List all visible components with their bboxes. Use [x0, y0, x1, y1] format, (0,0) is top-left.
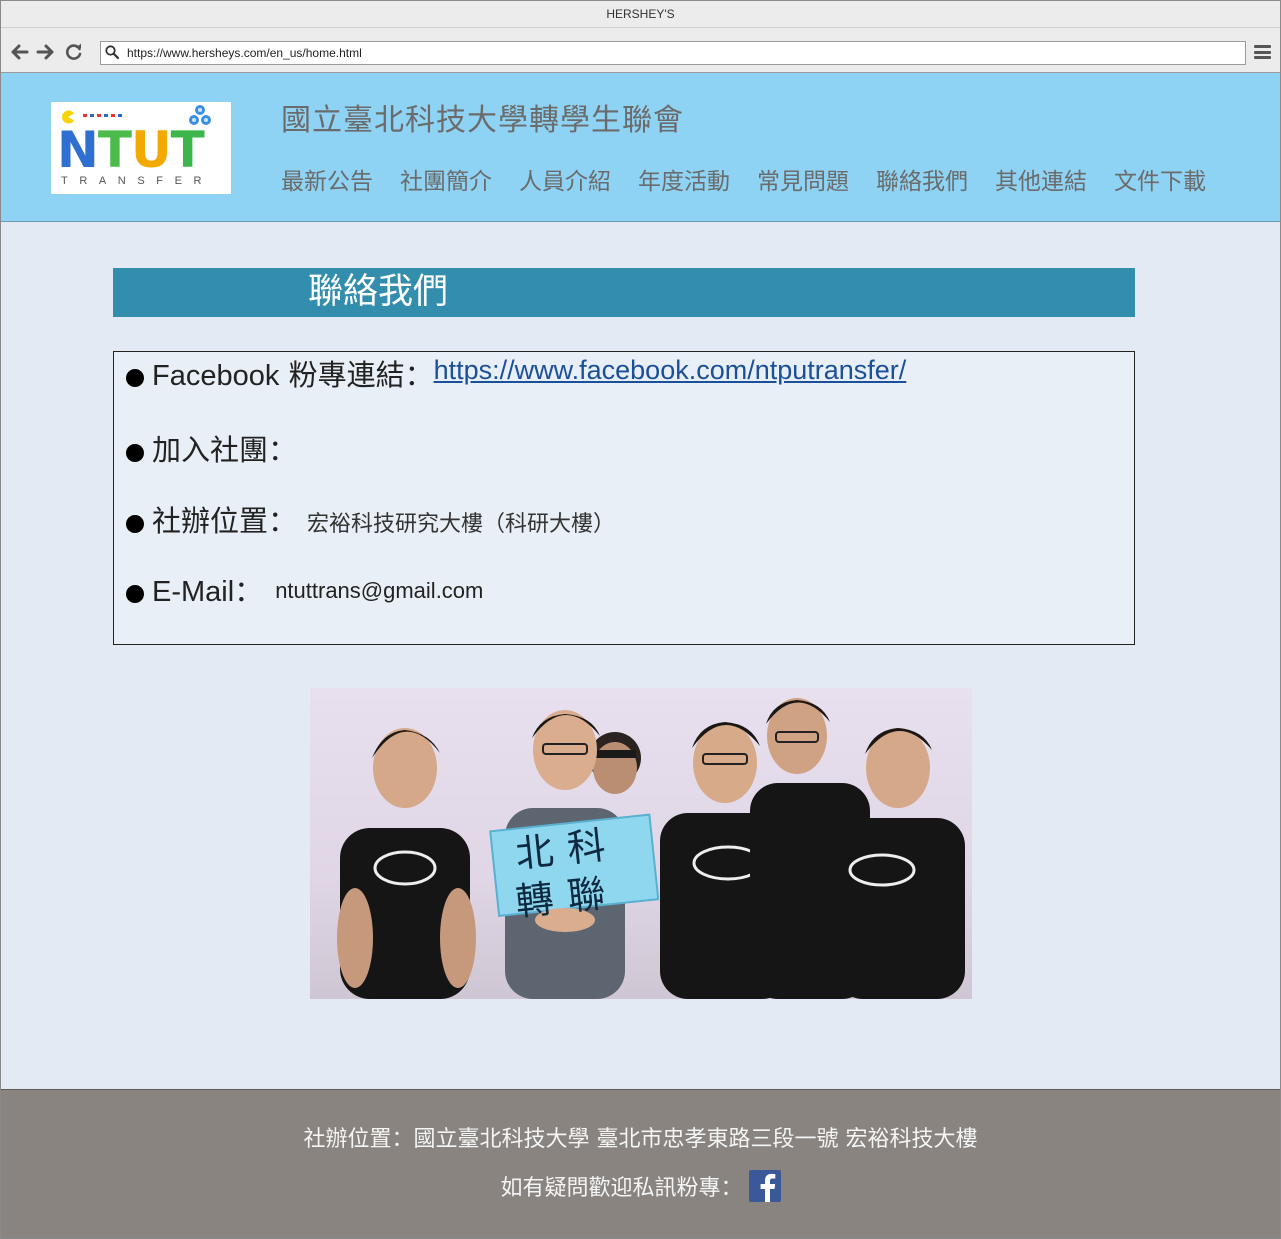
nav-faq[interactable]: 常見問題 — [757, 166, 849, 198]
group-photo-illustration — [337, 698, 965, 999]
web-page: NTUT TRANSFER 國立臺北科技大學轉學生聯會 最新公告 社團簡介 人員介紹… — [1, 73, 1280, 1238]
nav-downloads[interactable]: 文件下載 — [1114, 166, 1206, 198]
search-icon — [105, 45, 119, 59]
bullet-icon — [126, 514, 144, 533]
dots-decoration — [83, 114, 122, 117]
group-photo: 北科 轉聯 — [310, 688, 972, 999]
nav-members[interactable]: 人員介紹 — [519, 166, 611, 198]
facebook-icon[interactable] — [748, 1170, 781, 1202]
contact-facebook-row: Facebook 粉專連結：https://www.facebook.com/n… — [126, 352, 906, 394]
footer-message: 如有疑問歡迎私訊粉專： — [500, 1176, 743, 1201]
facebook-page-link[interactable]: https://www.facebook.com/ntputransfer/ — [434, 355, 907, 385]
office-value: 宏裕科技研究大樓（科研大樓） — [307, 512, 616, 537]
email-value: ntuttrans@gmail.com — [275, 578, 484, 603]
address-bar[interactable]: https://www.hersheys.com/en_us/home.html — [100, 41, 1246, 65]
footer-message-row: 如有疑問歡迎私訊粉專： — [1, 1170, 1280, 1205]
main-nav: 最新公告 社團簡介 人員介紹 年度活動 常見問題 聯絡我們 其他連結 文件下載 — [281, 166, 1206, 198]
nav-other-links[interactable]: 其他連結 — [995, 166, 1087, 198]
contact-join-row: 加入社團： — [126, 427, 297, 469]
bullet-icon — [126, 368, 144, 387]
site-footer: 社辦位置：國立臺北科技大學 臺北市忠孝東路三段一號 宏裕科技大樓 如有疑問歡迎私… — [1, 1089, 1280, 1238]
footer-address: 社辦位置：國立臺北科技大學 臺北市忠孝東路三段一號 宏裕科技大樓 — [303, 1127, 978, 1152]
logo-subtext: TRANSFER — [61, 175, 214, 187]
ntut-transfer-logo[interactable]: NTUT TRANSFER — [51, 102, 231, 194]
site-header: NTUT TRANSFER 國立臺北科技大學轉學生聯會 最新公告 社團簡介 人員介紹… — [1, 73, 1280, 222]
window-title: HERSHEY'S — [1, 1, 1280, 28]
nav-latest-news[interactable]: 最新公告 — [281, 166, 373, 198]
photo-sign-line2: 轉聯 — [513, 869, 622, 925]
nav-club-intro[interactable]: 社團簡介 — [400, 166, 492, 198]
section-header: 聯絡我們 — [113, 268, 1135, 317]
section-title: 聯絡我們 — [308, 272, 449, 312]
join-label: 加入社團： — [152, 433, 298, 467]
facebook-label-suffix: 粉專連結： — [279, 358, 434, 392]
nav-contact-us[interactable]: 聯絡我們 — [876, 166, 968, 198]
email-label-suffix: ： — [234, 574, 264, 608]
site-title: 國立臺北科技大學轉學生聯會 — [281, 103, 684, 138]
arrow-left-icon[interactable] — [10, 42, 30, 62]
contact-info-box: Facebook 粉專連結：https://www.facebook.com/n… — [113, 351, 1135, 645]
bullet-icon — [126, 584, 144, 603]
arrow-right-icon[interactable] — [35, 42, 55, 62]
contact-office-row: 社辦位置： 宏裕科技研究大樓（科研大樓） — [126, 498, 615, 540]
office-label: 社辦位置： — [152, 504, 298, 538]
bullet-icon — [126, 443, 144, 462]
reload-icon[interactable] — [64, 42, 84, 62]
logo-ntut-text: NTUT — [57, 121, 205, 179]
contact-email-row: E-Mail： ntuttrans@gmail.com — [126, 568, 483, 610]
browser-window: HERSHEY'S https://www.hersheys.com/en_us… — [0, 0, 1281, 1239]
browser-toolbar: https://www.hersheys.com/en_us/home.html — [1, 28, 1280, 73]
hamburger-menu-icon[interactable] — [1254, 45, 1271, 59]
facebook-label: Facebook — [152, 360, 280, 392]
address-bar-url: https://www.hersheys.com/en_us/home.html — [127, 46, 362, 60]
nav-annual-events[interactable]: 年度活動 — [638, 166, 730, 198]
email-label: E-Mail — [152, 576, 235, 608]
